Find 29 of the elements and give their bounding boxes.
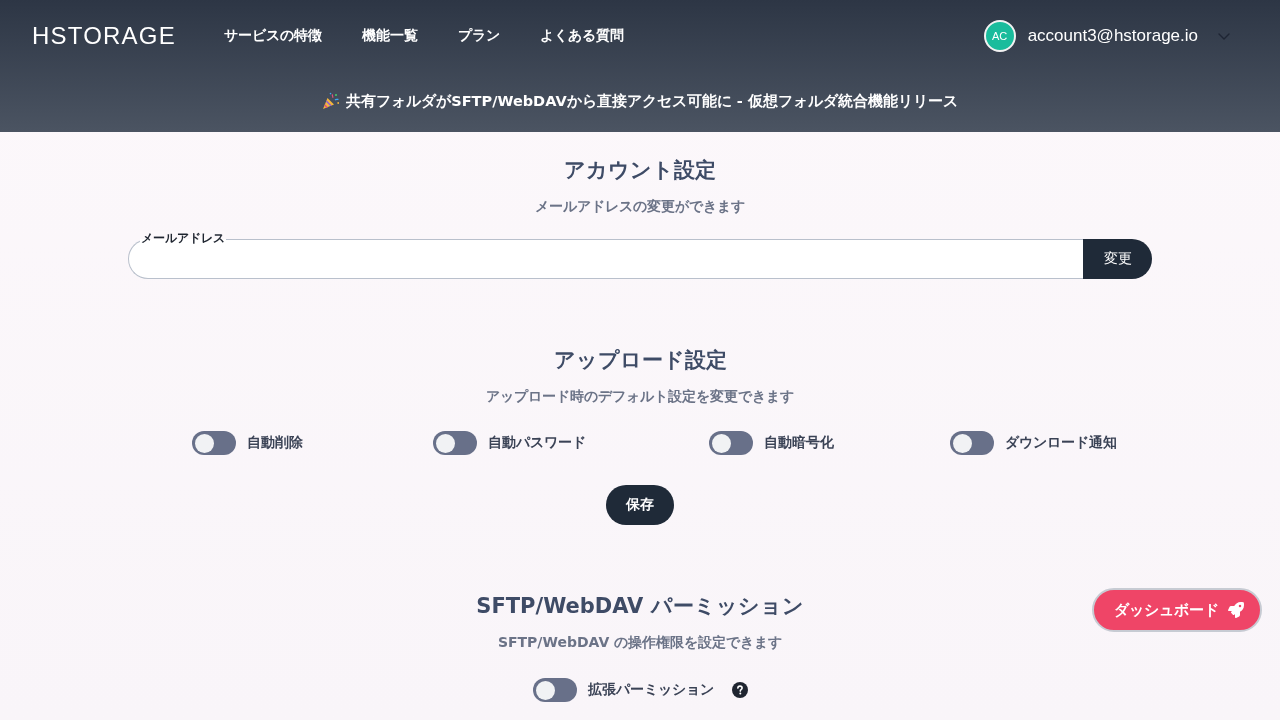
change-button[interactable]: 変更	[1083, 239, 1152, 279]
dashboard-button[interactable]: ダッシュボード	[1092, 588, 1262, 632]
section-subtitle: SFTP/WebDAV の操作権限を設定できます	[497, 633, 783, 652]
account-email[interactable]: account3@hstorage.io	[1027, 26, 1198, 46]
logo[interactable]: HSTORAGE	[32, 22, 176, 50]
section-subtitle: アップロード時のデフォルト設定を変更できます	[486, 387, 794, 406]
rocket-icon	[1228, 602, 1244, 618]
nav-link[interactable]: よくある質問	[539, 27, 624, 45]
party-popper-icon	[322, 92, 341, 110]
save-button[interactable]: 保存	[606, 485, 674, 525]
section-title: SFTP/WebDAV パーミッション	[476, 593, 804, 620]
section-title: アップロード設定	[553, 347, 727, 374]
toggle-switch[interactable]	[949, 431, 994, 455]
help-icon[interactable]	[731, 682, 748, 698]
nav-link[interactable]: サービスの特徴	[223, 27, 322, 45]
toggle-label: 拡張パーミッション	[587, 681, 714, 699]
nav-link[interactable]: 機能一覧	[361, 27, 418, 45]
announcement-text[interactable]: 共有フォルダがSFTP/WebDAVから直接アクセス可能に - 仮想フォルダ統合機能リリース	[346, 91, 958, 111]
section-subtitle: メールアドレスの変更ができます	[535, 197, 745, 216]
toggle-label: 自動パスワード	[487, 434, 586, 452]
toggle-switch[interactable]	[532, 678, 577, 702]
toggle-label: ダウンロード通知	[1004, 434, 1117, 452]
toggle-label: 自動削除	[246, 434, 303, 452]
nav-link[interactable]: プラン	[457, 27, 500, 45]
toggle-switch[interactable]	[191, 431, 236, 455]
toggle-switch[interactable]	[432, 431, 477, 455]
section-title: アカウント設定	[564, 157, 716, 184]
toggle-label: 自動暗号化	[763, 434, 834, 452]
toggle-switch[interactable]	[708, 431, 753, 455]
